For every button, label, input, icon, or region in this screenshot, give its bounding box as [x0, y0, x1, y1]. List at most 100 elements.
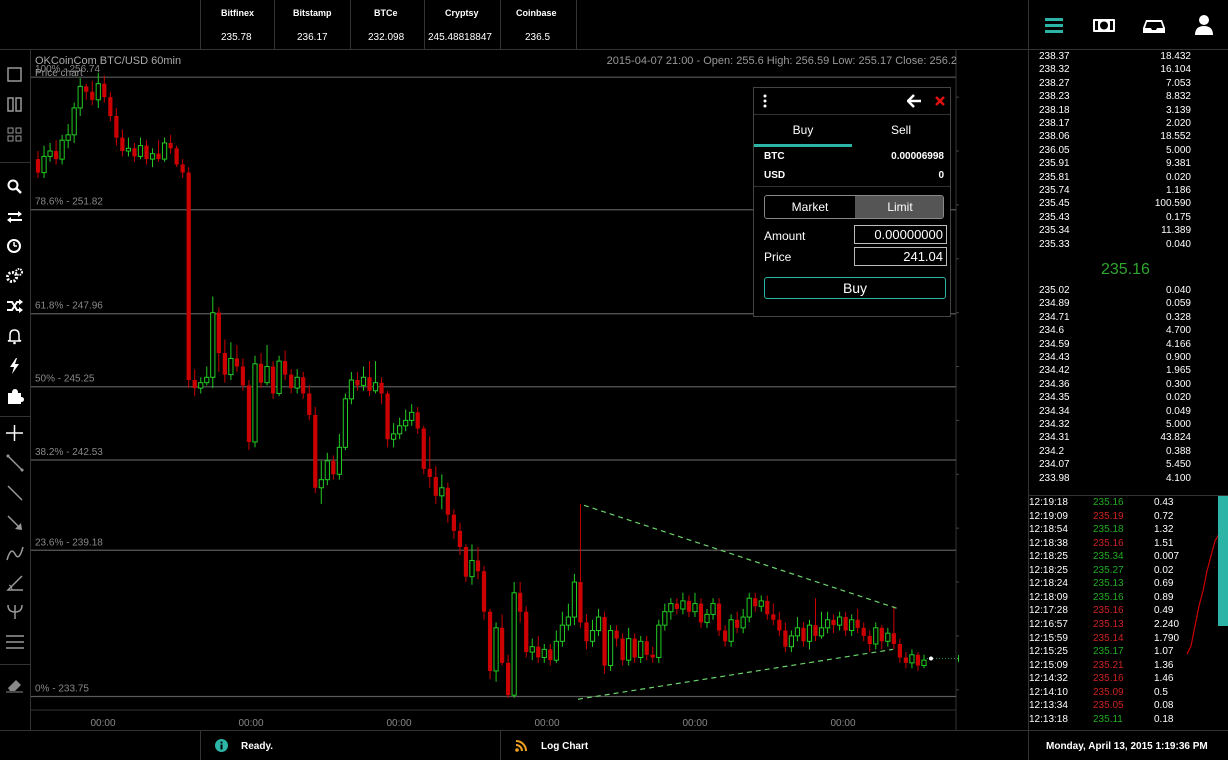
market-button[interactable]: Market [765, 196, 855, 218]
x-tick-label: 00:00 [830, 718, 855, 729]
bid-row[interactable]: 234.6 4.700 [1039, 325, 1191, 338]
trade-time: 12:15:59 [1029, 632, 1068, 644]
bid-row[interactable]: 233.98 4.100 [1039, 473, 1191, 486]
bid-row[interactable]: 234.31 43.824 [1039, 432, 1191, 445]
ask-row[interactable]: 235.34 11.389 [1039, 225, 1191, 238]
bid-row[interactable]: 234.42 1.965 [1039, 365, 1191, 378]
price-input[interactable] [854, 247, 947, 266]
parallel-lines-icon[interactable] [0, 628, 30, 654]
puzzle-icon[interactable] [0, 383, 30, 409]
bid-row[interactable]: 234.36 0.300 [1039, 379, 1191, 392]
bid-price: 234.2 [1039, 445, 1065, 457]
inbox-icon[interactable] [1141, 12, 1167, 38]
eraser-icon[interactable] [0, 672, 30, 698]
bid-row[interactable]: 234.89 0.059 [1039, 298, 1191, 311]
user-icon[interactable] [1191, 12, 1217, 38]
more-icon[interactable] [762, 94, 768, 108]
ticker-coinbase[interactable]: Coinbase 236.5 [501, 0, 577, 50]
ask-row[interactable]: 238.17 2.020 [1039, 118, 1191, 131]
ticker-cryptsy[interactable]: Cryptsy 245.48818847 [425, 0, 501, 50]
scrollbar[interactable] [1218, 496, 1228, 626]
pitchfork-tool-icon[interactable] [0, 598, 30, 624]
ask-row[interactable]: 238.18 3.139 [1039, 105, 1191, 118]
ask-row[interactable]: 235.81 0.020 [1039, 172, 1191, 185]
ask-row[interactable]: 235.74 1.186 [1039, 185, 1191, 198]
menu-icon[interactable] [1041, 12, 1067, 38]
bid-row[interactable]: 235.02 0.040 [1039, 285, 1191, 298]
trade-row[interactable]: 12:13:34 235.05 0.08 [1029, 700, 1228, 714]
single-layout-icon[interactable] [0, 62, 30, 88]
close-icon[interactable] [934, 95, 946, 107]
swap-icon[interactable] [0, 204, 30, 230]
crosshair-icon[interactable] [0, 420, 30, 446]
trade-row[interactable]: 12:16:57 235.13 2.240 [1029, 619, 1228, 633]
bell-icon[interactable] [0, 323, 30, 349]
money-icon[interactable] [1091, 12, 1117, 38]
back-arrow-icon[interactable] [906, 94, 921, 108]
limit-button[interactable]: Limit [855, 196, 943, 218]
lightning-icon[interactable] [0, 353, 30, 379]
buy-button[interactable]: Buy [764, 277, 946, 299]
ask-row[interactable]: 235.33 0.040 [1039, 239, 1191, 252]
shuffle-icon[interactable] [0, 293, 30, 319]
trade-row[interactable]: 12:18:25 235.27 0.02 [1029, 565, 1228, 579]
bid-row[interactable]: 234.43 0.900 [1039, 352, 1191, 365]
trade-row[interactable]: 12:18:54 235.18 1.32 [1029, 524, 1228, 538]
bid-row[interactable]: 234.34 0.049 [1039, 406, 1191, 419]
candle-body [824, 619, 831, 629]
amount-input[interactable] [854, 225, 947, 244]
settings-icon[interactable] [0, 263, 30, 289]
trade-row[interactable]: 12:15:25 235.17 1.07 [1029, 646, 1228, 660]
ticker-bitstamp[interactable]: Bitstamp 236.17 [275, 0, 351, 50]
tab-buy[interactable]: Buy [754, 115, 852, 147]
ask-row[interactable]: 235.45 100.590 [1039, 198, 1191, 211]
ask-row[interactable]: 236.05 5.000 [1039, 145, 1191, 158]
candle-body [493, 627, 499, 672]
curve-tool-icon[interactable] [0, 540, 30, 566]
search-icon[interactable] [0, 174, 30, 200]
trade-row[interactable]: 12:19:18 235.16 0.43 [1029, 497, 1228, 511]
candle-body [589, 630, 596, 642]
trade-row[interactable]: 12:14:10 235.09 0.5 [1029, 687, 1228, 701]
candle-body [698, 603, 704, 623]
trade-row[interactable]: 12:15:59 235.14 1.790 [1029, 633, 1228, 647]
bid-row[interactable]: 234.32 5.000 [1039, 419, 1191, 432]
ask-row[interactable]: 238.37 18.432 [1039, 51, 1191, 64]
trade-row[interactable]: 12:13:18 235.11 0.18 [1029, 714, 1228, 728]
bid-row[interactable]: 234.2 0.388 [1039, 446, 1191, 459]
arrow-tool-icon[interactable] [0, 510, 30, 536]
ask-row[interactable]: 238.23 8.832 [1039, 91, 1191, 104]
clock-icon[interactable] [0, 233, 30, 259]
bid-row[interactable]: 234.71 0.328 [1039, 312, 1191, 325]
ticker-btce[interactable]: BTCe 232.098 [351, 0, 425, 50]
ask-row[interactable]: 235.43 0.175 [1039, 212, 1191, 225]
ticker-name: BTCe [374, 8, 398, 18]
ticker-bitfinex[interactable]: Bitfinex 235.78 [200, 0, 275, 50]
bid-row[interactable]: 234.35 0.020 [1039, 392, 1191, 405]
trade-row[interactable]: 12:15:09 235.21 1.36 [1029, 660, 1228, 674]
trade-row[interactable]: 12:18:24 235.13 0.69 [1029, 578, 1228, 592]
candle-body [879, 627, 884, 642]
ask-row[interactable]: 238.06 18.552 [1039, 131, 1191, 144]
candle-body [403, 419, 409, 427]
angle-tool-icon[interactable] [0, 570, 30, 596]
tab-sell[interactable]: Sell [852, 115, 950, 147]
line-tool-icon[interactable] [0, 450, 30, 476]
trade-row[interactable]: 12:19:09 235.19 0.72 [1029, 511, 1228, 525]
ask-size: 0.040 [1165, 238, 1191, 250]
trade-row[interactable]: 12:18:09 235.16 0.89 [1029, 592, 1228, 606]
ask-row[interactable]: 238.32 16.104 [1039, 64, 1191, 77]
trade-row[interactable]: 12:18:25 235.34 0.007 [1029, 551, 1228, 565]
log-chart[interactable]: Log Chart [500, 731, 1028, 760]
ask-row[interactable]: 238.27 7.053 [1039, 78, 1191, 91]
trade-row[interactable]: 12:14:32 235.16 1.46 [1029, 673, 1228, 687]
bid-row[interactable]: 234.07 5.450 [1039, 459, 1191, 472]
ask-row[interactable]: 235.91 9.381 [1039, 158, 1191, 171]
segment-tool-icon[interactable] [0, 480, 30, 506]
trade-row[interactable]: 12:18:38 235.16 1.51 [1029, 538, 1228, 552]
grid-layout-icon[interactable] [0, 122, 30, 148]
candle-body [415, 412, 420, 429]
trade-row[interactable]: 12:17:28 235.16 0.49 [1029, 605, 1228, 619]
bid-row[interactable]: 234.59 4.166 [1039, 339, 1191, 352]
split-layout-icon[interactable] [0, 92, 30, 118]
